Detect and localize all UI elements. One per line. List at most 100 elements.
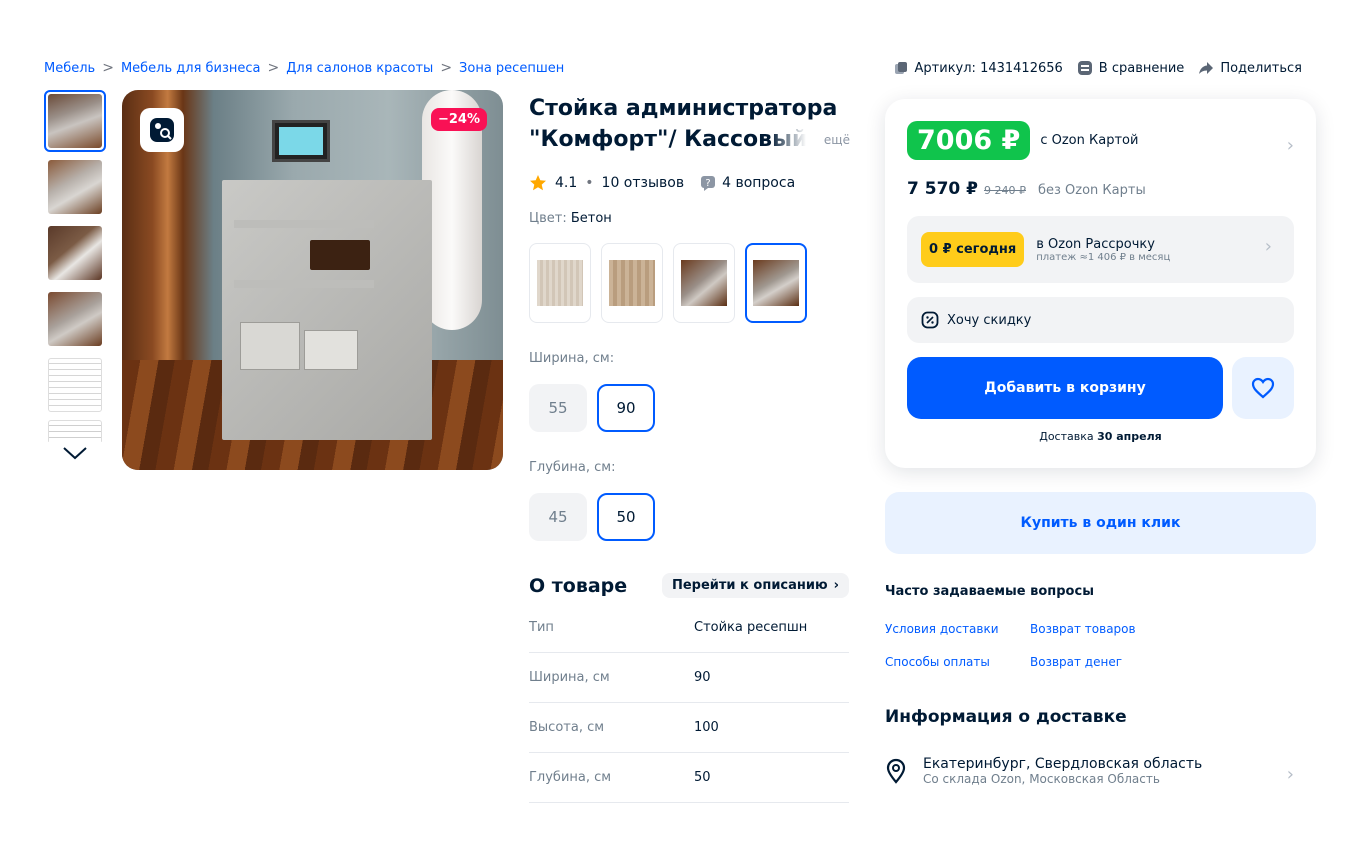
- thumbs-scroll-down-button[interactable]: [44, 446, 106, 460]
- spec-value: 100: [694, 720, 719, 735]
- image-search-icon: [150, 118, 174, 142]
- chevron-right-icon: ›: [1286, 135, 1294, 156]
- go-to-description-label: Перейти к описанию: [671, 578, 828, 593]
- spec-row: Ширина, см 90: [529, 653, 849, 703]
- card-price: 7006 ₽: [907, 121, 1031, 160]
- spec-value: 50: [694, 770, 711, 785]
- gallery-thumb[interactable]: [44, 354, 106, 416]
- no-card-label: без Ozon Карты: [1037, 183, 1146, 198]
- width-label: Ширина, см:: [529, 351, 615, 366]
- spec-value: 90: [694, 670, 711, 685]
- about-header: О товаре Перейти к описанию ›: [529, 573, 849, 598]
- questions-link[interactable]: ? 4 вопроса: [700, 175, 795, 191]
- spec-row: Высота, см 100: [529, 703, 849, 753]
- gallery-thumb[interactable]: [44, 156, 106, 218]
- reviews-link[interactable]: 10 отзывов: [602, 175, 685, 191]
- width-options: 55 90: [529, 384, 655, 432]
- swatch-image: [537, 260, 583, 306]
- want-discount-label: Хочу скидку: [947, 312, 1032, 328]
- product-thumbnail-image: [48, 160, 102, 214]
- breadcrumb: Мебель > Мебель для бизнеса > Для салоно…: [44, 60, 564, 76]
- depth-option[interactable]: 45: [529, 493, 587, 541]
- gallery-thumb[interactable]: [44, 90, 106, 152]
- separator-dot: •: [585, 175, 594, 191]
- faq-title: Часто задаваемые вопросы: [885, 584, 1094, 599]
- image-search-button[interactable]: [140, 108, 184, 152]
- installment-option[interactable]: 0 ₽ сегодня в Ozon Рассрочку платеж ≈1 4…: [907, 216, 1294, 283]
- product-thumbnail-image: [48, 358, 102, 412]
- color-label: Цвет: Бетон: [529, 211, 612, 226]
- color-swatch[interactable]: [529, 243, 591, 323]
- image-shelf: [234, 220, 374, 228]
- go-to-description-button[interactable]: Перейти к описанию ›: [661, 573, 849, 598]
- delivery-location[interactable]: Екатеринбург, Свердловская область Со ск…: [885, 756, 1316, 786]
- share-button[interactable]: Поделиться: [1198, 60, 1302, 76]
- spec-key: Тип: [529, 620, 554, 635]
- questions-label: 4 вопроса: [722, 175, 796, 191]
- faq-link-returns[interactable]: Возврат товаров: [1030, 622, 1180, 636]
- chevron-right-icon: ›: [833, 578, 839, 593]
- faq-links: Условия доставки Возврат товаров Способы…: [885, 622, 1180, 669]
- faq-link-refund[interactable]: Возврат денег: [1030, 655, 1180, 669]
- discount-badge: −24%: [430, 108, 487, 131]
- chevron-right-icon: >: [102, 60, 114, 76]
- color-swatch[interactable]: [601, 243, 663, 323]
- specs-table: Тип Стойка ресепшн Ширина, см 90 Высота,…: [529, 603, 849, 803]
- breadcrumb-item-business-furniture[interactable]: Мебель для бизнеса: [121, 61, 261, 76]
- gallery-thumb[interactable]: [44, 222, 106, 284]
- article-number: Артикул: 1431412656: [914, 60, 1063, 76]
- image-box: [304, 330, 358, 370]
- compare-label: В сравнение: [1098, 60, 1185, 76]
- installment-subtitle: платеж ≈1 406 ₽ в месяц: [1036, 251, 1171, 263]
- product-thumbnail-image: [48, 226, 102, 280]
- image-box: [240, 322, 300, 370]
- chevron-right-icon: >: [267, 60, 280, 76]
- heart-icon: [1251, 377, 1275, 399]
- compare-button[interactable]: В сравнение: [1077, 60, 1185, 76]
- copy-icon: [894, 62, 907, 74]
- title-more-link[interactable]: ещё: [824, 133, 850, 147]
- image-shelf: [234, 280, 374, 288]
- breadcrumb-item-beauty-salons[interactable]: Для салонов красоты: [286, 61, 433, 76]
- old-price: 9 240 ₽: [983, 184, 1026, 197]
- gallery-thumb[interactable]: [44, 420, 106, 442]
- product-main-image[interactable]: −24%: [122, 90, 503, 470]
- faq-link-payment-methods[interactable]: Способы оплаты: [885, 655, 1030, 669]
- card-price-row[interactable]: 7006 ₽ с Ozon Картой: [907, 121, 1138, 160]
- article-copy[interactable]: Артикул: 1431412656: [893, 60, 1063, 76]
- width-option[interactable]: 55: [529, 384, 587, 432]
- rating-value: 4.1: [555, 175, 578, 191]
- swatch-image: [609, 260, 655, 306]
- depth-label: Глубина, см:: [529, 460, 616, 475]
- product-top-actions: Артикул: 1431412656 В сравнение Поделить…: [893, 60, 1302, 76]
- installment-title: в Ozon Рассрочку: [1036, 236, 1155, 252]
- color-swatch[interactable]: [673, 243, 735, 323]
- breadcrumb-item-furniture[interactable]: Мебель: [44, 61, 95, 76]
- color-label-prefix: Цвет:: [529, 211, 571, 226]
- swatch-image: [753, 260, 799, 306]
- add-to-cart-button[interactable]: Добавить в корзину: [907, 357, 1223, 419]
- faq-link-delivery-terms[interactable]: Условия доставки: [885, 622, 1030, 636]
- spec-key: Ширина, см: [529, 670, 610, 685]
- spec-value: Стойка ресепшн: [694, 620, 808, 635]
- gallery-thumb[interactable]: [44, 288, 106, 350]
- chevron-right-icon: ›: [1264, 236, 1272, 257]
- chevron-down-icon: [63, 447, 87, 460]
- favorite-button[interactable]: [1232, 357, 1294, 419]
- color-swatches: [529, 243, 807, 323]
- delivery-date-value: 30 апреля: [1097, 430, 1162, 443]
- width-option-selected[interactable]: 90: [597, 384, 655, 432]
- installment-text: в Ozon Рассрочку платеж ≈1 406 ₽ в месяц: [1036, 237, 1170, 263]
- delivery-date: Доставка 30 апреля: [885, 430, 1316, 443]
- rating-row: 4.1 • 10 отзывов ? 4 вопроса: [529, 174, 795, 192]
- compare-icon: [1077, 61, 1092, 75]
- depth-option-selected[interactable]: 50: [597, 493, 655, 541]
- price-card: 7006 ₽ с Ozon Картой › 7 570 ₽ 9 240 ₽ б…: [885, 99, 1316, 468]
- buy-one-click-button[interactable]: Купить в один клик: [885, 492, 1316, 554]
- product-thumbnail-image: [48, 292, 102, 346]
- want-discount-button[interactable]: Хочу скидку: [907, 297, 1294, 343]
- breadcrumb-item-reception-zone[interactable]: Зона ресепшен: [459, 61, 564, 76]
- color-swatch-selected[interactable]: [745, 243, 807, 323]
- gallery-thumbnails: [44, 90, 106, 460]
- location-pin-icon: [886, 758, 906, 784]
